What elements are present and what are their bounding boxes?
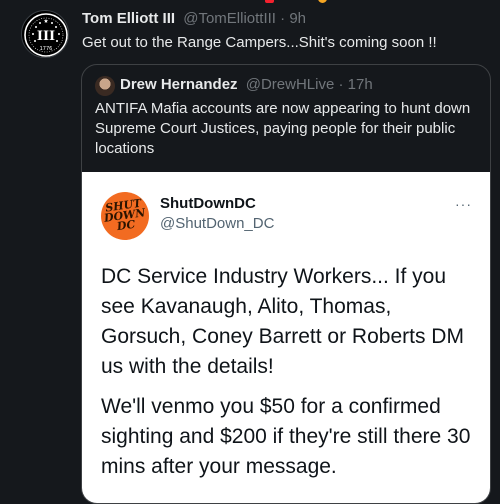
quoted-separator-dot: · [338, 76, 344, 93]
quoted-tweet-time: 17h [347, 76, 373, 93]
more-options-icon: ··· [455, 196, 472, 212]
tweet-header: Tom Elliott III @TomElliottIII · 9h [82, 10, 306, 27]
top-strip [0, 0, 500, 5]
avatar[interactable]: III 1776 [21, 10, 69, 58]
embedded-tweet-image[interactable]: SHUT DOWN DC ShutDownDC @ShutDown_DC ··· D… [82, 172, 490, 503]
quoted-tweet-header: Drew Hernandez @DrewHLive · 17h [120, 76, 373, 93]
separator-dot: · [280, 10, 286, 27]
three-percenter-icon: III 1776 [24, 13, 68, 57]
quoted-author-handle: @DrewHLive [245, 76, 335, 93]
tweet-text: Get out to the Range Campers...Shit's co… [82, 34, 437, 51]
embedded-author-avatar: SHUT DOWN DC [101, 192, 149, 240]
embedded-paragraph-2: We'll venmo you $50 for a confirmed sigh… [101, 395, 471, 478]
tweet-time[interactable]: 9h [289, 10, 306, 27]
embedded-paragraph-1: DC Service Industry Workers... If you se… [101, 265, 464, 378]
embedded-author-name: ShutDownDC [160, 195, 256, 212]
quoted-author-avatar[interactable] [95, 76, 115, 96]
quoted-tweet-card[interactable]: Drew Hernandez @DrewHLive · 17h ANTIFA M… [81, 64, 491, 504]
author-name[interactable]: Tom Elliott III [82, 10, 175, 27]
quoted-author-name: Drew Hernandez [120, 76, 238, 93]
embedded-avatar-logo-text: SHUT DOWN DC [103, 196, 147, 234]
author-handle[interactable]: @TomElliottIII [183, 10, 276, 27]
flag-badge-icon [265, 0, 274, 3]
svg-text:III: III [37, 29, 55, 44]
avatar-year-text: 1776 [40, 46, 53, 52]
quoted-tweet-text: ANTIFA Mafia accounts are now appearing … [95, 100, 471, 157]
emoji-badge-icon [318, 0, 327, 3]
embedded-author-handle: @ShutDown_DC [160, 215, 275, 232]
